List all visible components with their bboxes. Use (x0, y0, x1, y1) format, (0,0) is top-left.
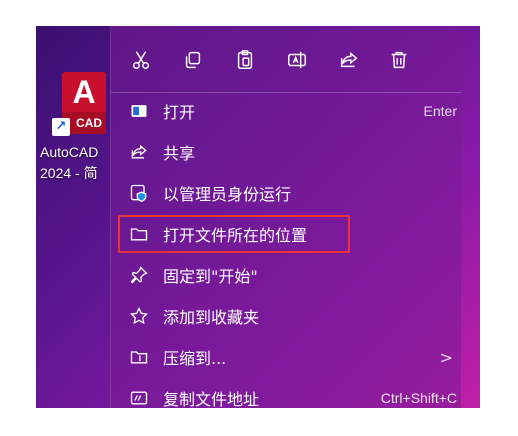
pin-icon (127, 263, 151, 287)
autocad-shortcut[interactable]: A CAD ↗ AutoCAD 2024 - 简 (36, 72, 118, 212)
share-icon (340, 52, 358, 68)
shortcut-label-line1: AutoCAD (40, 144, 99, 160)
scissors-icon (132, 51, 150, 69)
cut-button[interactable] (127, 46, 155, 74)
shortcut-label: AutoCAD 2024 - 简 (40, 142, 118, 184)
context-menu: 打开 Enter 共享 以管理员身份运行 打开文件所在的位置 固定到"开始" 添… (110, 26, 461, 409)
trash-icon (391, 51, 407, 69)
delete-button[interactable] (385, 46, 413, 74)
share-button[interactable] (335, 46, 363, 74)
menu-item-label: 固定到"开始" (163, 267, 258, 286)
zip-folder-icon (127, 345, 151, 369)
menu-divider (111, 92, 461, 93)
star-icon (127, 304, 151, 328)
menu-item-label: 复制文件地址 (163, 390, 260, 409)
folder-icon (127, 222, 151, 246)
copy-icon (185, 51, 201, 69)
autocad-app-icon[interactable]: A CAD ↗ (52, 72, 108, 136)
menu-item-share[interactable]: 共享 (117, 135, 457, 169)
shield-icon (127, 181, 151, 205)
open-app-icon (127, 99, 151, 123)
menu-item-label: 共享 (163, 144, 196, 163)
share-icon (127, 140, 151, 164)
menu-item-open-file-location[interactable]: 打开文件所在的位置 (117, 217, 457, 251)
copy-path-icon (127, 386, 151, 410)
menu-item-shortcut: Ctrl+Shift+C (380, 390, 457, 406)
menu-item-label: 以管理员身份运行 (163, 185, 292, 204)
menu-item-label: 添加到收藏夹 (163, 308, 260, 327)
menu-item-label: 打开文件所在的位置 (163, 226, 308, 245)
menu-item-label: 打开 (163, 103, 196, 122)
paste-icon (237, 50, 253, 69)
menu-item-add-to-favorites[interactable]: 添加到收藏夹 (117, 299, 457, 333)
autocad-logo-letter: A (62, 72, 106, 112)
submenu-chevron-icon: > (439, 347, 453, 367)
menu-item-compress-to[interactable]: 压缩到... > (117, 340, 457, 374)
menu-item-pin-to-start[interactable]: 固定到"开始" (117, 258, 457, 292)
menu-item-copy-file-path[interactable]: 复制文件地址 Ctrl+Shift+C (117, 381, 457, 415)
shortcut-label-line2: 2024 - 简 (40, 165, 98, 181)
menu-item-label: 压缩到... (163, 349, 227, 368)
paste-button[interactable] (231, 46, 259, 74)
menu-item-run-as-admin[interactable]: 以管理员身份运行 (117, 176, 457, 210)
menu-item-open[interactable]: 打开 Enter (117, 94, 457, 128)
copy-button[interactable] (179, 46, 207, 74)
rename-icon (288, 51, 306, 69)
menu-item-shortcut: Enter (423, 103, 457, 119)
rename-button[interactable] (283, 46, 311, 74)
context-menu-toolbar (111, 40, 461, 80)
shortcut-arrow-icon: ↗ (52, 118, 70, 136)
